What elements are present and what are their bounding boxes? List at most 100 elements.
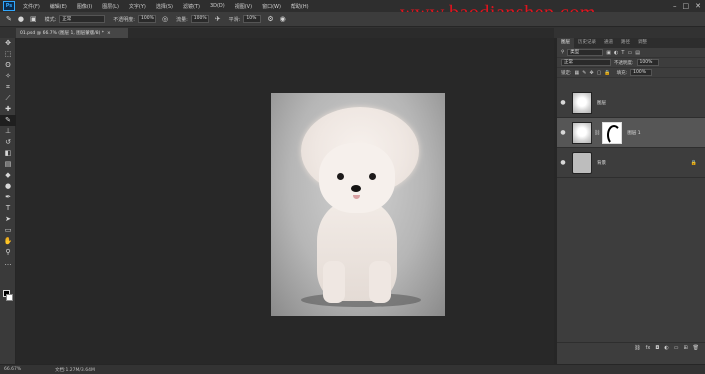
layer-name[interactable]: 图层 1 (627, 130, 640, 136)
opacity-field[interactable]: 100% (137, 15, 156, 23)
menu-type[interactable]: 文字(Y) (129, 3, 146, 10)
menu-view[interactable]: 视图(V) (235, 3, 252, 10)
lock-row: 锁定: ▦ ✎ ✥ ▢ 🔒 填充: 100% (557, 68, 705, 78)
zoom-level[interactable]: 66.67% (4, 367, 21, 372)
lock-icon[interactable]: 🔒 (691, 160, 697, 166)
smooth-field[interactable]: 10% (243, 15, 262, 23)
tab-adjustments[interactable]: 调整 (634, 38, 651, 48)
blend-mode-select[interactable]: 正常 (561, 59, 611, 66)
layer-row[interactable]: ● 图层 (557, 88, 705, 118)
lock-icons: ▦ ✎ ✥ ▢ 🔒 (575, 70, 614, 76)
tab-layers[interactable]: 图层 (557, 38, 574, 48)
layers-footer: ⛓ fx ◘ ◐ ▭ ⊞ 🗑 (557, 342, 705, 352)
visibility-eye-icon[interactable]: ● (557, 99, 569, 106)
menu-help[interactable]: 帮助(H) (291, 3, 309, 10)
mode-label: 模式: (44, 16, 57, 23)
history-brush-tool-icon[interactable]: ↺ (0, 137, 16, 148)
mode-select[interactable]: 正常 (59, 15, 106, 23)
menu-window[interactable]: 窗口(W) (262, 3, 281, 10)
crop-tool-icon[interactable]: ⌗ (0, 82, 16, 93)
layer-mask-thumbnail[interactable] (602, 121, 623, 145)
visibility-eye-icon[interactable]: ● (557, 129, 569, 136)
brush-tool-icon[interactable]: ✎ (6, 15, 12, 23)
link-icon[interactable]: ⛓ (634, 345, 640, 351)
layer-opacity-label: 不透明度: (614, 60, 634, 66)
new-layer-icon[interactable]: ⊞ (683, 345, 687, 351)
brush-tool-icon[interactable]: ✎ (0, 115, 16, 126)
move-tool-icon[interactable]: ✥ (0, 38, 16, 49)
more-tools-icon[interactable]: … (0, 258, 16, 269)
quick-select-tool-icon[interactable]: ✧ (0, 71, 16, 82)
filter-type-icon[interactable]: T (621, 50, 624, 56)
blur-tool-icon[interactable]: ◆ (0, 170, 16, 181)
layer-name[interactable]: 图层 (597, 100, 606, 106)
lock-artboard-icon[interactable]: ▢ (597, 70, 602, 76)
adjust-icon[interactable]: ◐ (664, 345, 668, 351)
status-bar: 66.67% 文档:1.27M/3.64M (0, 364, 705, 374)
background-color-swatch[interactable] (6, 294, 13, 301)
menu-select[interactable]: 选择(S) (156, 3, 173, 10)
menu-file[interactable]: 文件(F) (23, 3, 40, 10)
fill-field[interactable]: 100% (630, 69, 653, 76)
layer-row-background[interactable]: ● 背景 🔒 (557, 148, 705, 178)
zoom-tool-icon[interactable]: ⚲ (0, 247, 16, 258)
lasso-tool-icon[interactable]: ʘ (0, 60, 16, 71)
filter-shape-icon[interactable]: ▭ (627, 50, 632, 56)
gradient-tool-icon[interactable]: ▤ (0, 159, 16, 170)
flow-field[interactable]: 100% (190, 15, 209, 23)
menu-image[interactable]: 图像(I) (77, 3, 92, 10)
eraser-tool-icon[interactable]: ◧ (0, 148, 16, 159)
gear-icon[interactable]: ⚙ (267, 15, 273, 23)
tab-history[interactable]: 历史记录 (574, 38, 600, 48)
layer-name[interactable]: 背景 (597, 160, 606, 166)
pressure-opacity-icon[interactable]: ◎ (162, 15, 168, 23)
fill-label: 填充: (616, 70, 628, 76)
type-tool-icon[interactable]: T (0, 203, 16, 214)
lock-pixels-icon[interactable]: ▦ (575, 70, 580, 76)
menu-layer[interactable]: 图层(L) (102, 3, 119, 10)
layer-opacity-field[interactable]: 100% (636, 59, 659, 66)
close-button[interactable]: ✕ (695, 2, 701, 10)
layer-filter-select[interactable]: 类型 (567, 49, 604, 56)
tab-paths[interactable]: 路径 (617, 38, 634, 48)
mask-link-icon[interactable]: ⛓ (594, 130, 600, 136)
brush-panel-icon[interactable]: ▣ (30, 15, 37, 23)
lock-all-icon[interactable]: 🔒 (604, 70, 610, 76)
filter-pixel-icon[interactable]: ▣ (606, 50, 611, 56)
filter-adjust-icon[interactable]: ◐ (614, 50, 618, 56)
brush-preset-icon[interactable]: ● (18, 15, 24, 23)
menu-filter[interactable]: 滤镜(T) (183, 3, 200, 10)
hand-tool-icon[interactable]: ✋ (0, 236, 16, 247)
document-tab-title: 01.psd @ 66.7% (图层 1, 图层蒙版/8) * (20, 31, 105, 36)
pressure-size-icon[interactable]: ◉ (280, 15, 286, 23)
menu-3d[interactable]: 3D(D) (210, 3, 225, 10)
maximize-button[interactable]: □ (683, 2, 690, 10)
healing-tool-icon[interactable]: ✚ (0, 104, 16, 115)
airbrush-icon[interactable]: ✈ (215, 15, 221, 23)
dodge-tool-icon[interactable]: ● (0, 181, 16, 192)
close-tab-icon[interactable]: × (107, 31, 111, 36)
shape-tool-icon[interactable]: ▭ (0, 225, 16, 236)
tab-channels[interactable]: 通道 (600, 38, 617, 48)
path-select-tool-icon[interactable]: ➤ (0, 214, 16, 225)
visibility-eye-icon[interactable]: ● (557, 159, 569, 166)
filter-smart-icon[interactable]: ▤ (635, 50, 640, 56)
minimize-button[interactable]: – (673, 2, 677, 10)
fx-icon[interactable]: fx (646, 345, 651, 351)
document-tab[interactable]: 01.psd @ 66.7% (图层 1, 图层蒙版/8) * × (16, 28, 128, 38)
menu-edit[interactable]: 编辑(E) (50, 3, 67, 10)
pen-tool-icon[interactable]: ✒ (0, 192, 16, 203)
lock-position-icon[interactable]: ✥ (589, 70, 593, 76)
document-canvas-image[interactable] (271, 93, 445, 316)
marquee-tool-icon[interactable]: ⬚ (0, 49, 16, 60)
main-menu: 文件(F) 编辑(E) 图像(I) 图层(L) 文字(Y) 选择(S) 滤镜(T… (23, 3, 309, 10)
lock-paint-icon[interactable]: ✎ (582, 70, 586, 76)
stamp-tool-icon[interactable]: ⊥ (0, 126, 16, 137)
mask-icon[interactable]: ◘ (655, 345, 659, 351)
group-icon[interactable]: ▭ (674, 345, 679, 351)
trash-icon[interactable]: 🗑 (693, 345, 699, 351)
layer-row-selected[interactable]: ● ⛓ 图层 1 (557, 118, 705, 148)
document-size[interactable]: 文档:1.27M/3.64M (55, 367, 95, 373)
eyedropper-tool-icon[interactable]: ⟋ (0, 93, 16, 104)
document-tab-bar: 01.psd @ 66.7% (图层 1, 图层蒙版/8) * × (16, 28, 554, 38)
